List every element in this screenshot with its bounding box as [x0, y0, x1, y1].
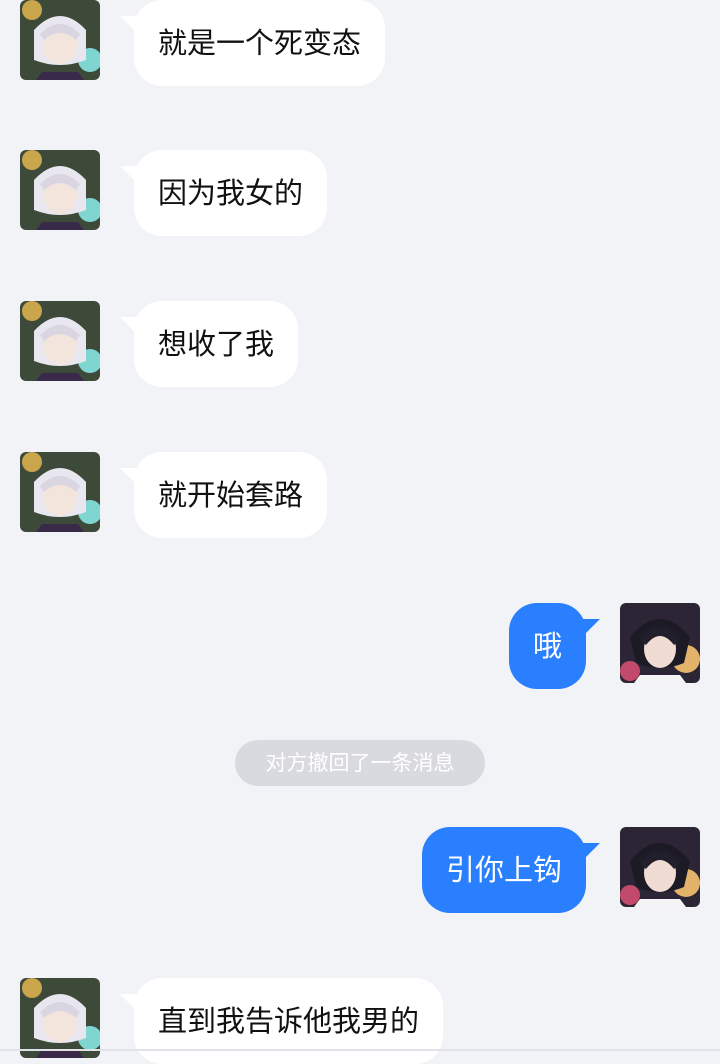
- bubble-tail: [582, 619, 600, 637]
- contact-avatar[interactable]: [20, 301, 100, 381]
- dark-hair-avatar-icon: [620, 603, 700, 683]
- message-bubble[interactable]: 就是一个死变态: [134, 0, 386, 86]
- message-bubble[interactable]: 因为我女的: [134, 150, 328, 236]
- message-bubble[interactable]: 直到我告诉他我男的: [134, 978, 444, 1064]
- chat-message-list[interactable]: 就是一个死变态 因为我女的 想收了我 就开始套路 哦 对方撤回了一条消息 引你上…: [0, 0, 720, 1064]
- my-avatar[interactable]: [620, 603, 700, 683]
- silver-hair-avatar-icon: [20, 0, 100, 80]
- contact-avatar[interactable]: [20, 0, 100, 80]
- my-avatar[interactable]: [620, 827, 700, 907]
- silver-hair-avatar-icon: [20, 978, 100, 1058]
- silver-hair-avatar-icon: [20, 452, 100, 532]
- message-bubble[interactable]: 就开始套路: [134, 452, 328, 538]
- message-bubble[interactable]: 想收了我: [134, 301, 299, 387]
- message-bubble[interactable]: 引你上钩: [421, 827, 586, 913]
- contact-avatar[interactable]: [20, 978, 100, 1058]
- message-bubble[interactable]: 哦: [508, 603, 586, 689]
- dark-hair-avatar-icon: [620, 827, 700, 907]
- bubble-tail: [582, 843, 600, 861]
- contact-avatar[interactable]: [20, 452, 100, 532]
- silver-hair-avatar-icon: [20, 150, 100, 230]
- recall-notice: 对方撤回了一条消息: [235, 740, 485, 786]
- silver-hair-avatar-icon: [20, 301, 100, 381]
- contact-avatar[interactable]: [20, 150, 100, 230]
